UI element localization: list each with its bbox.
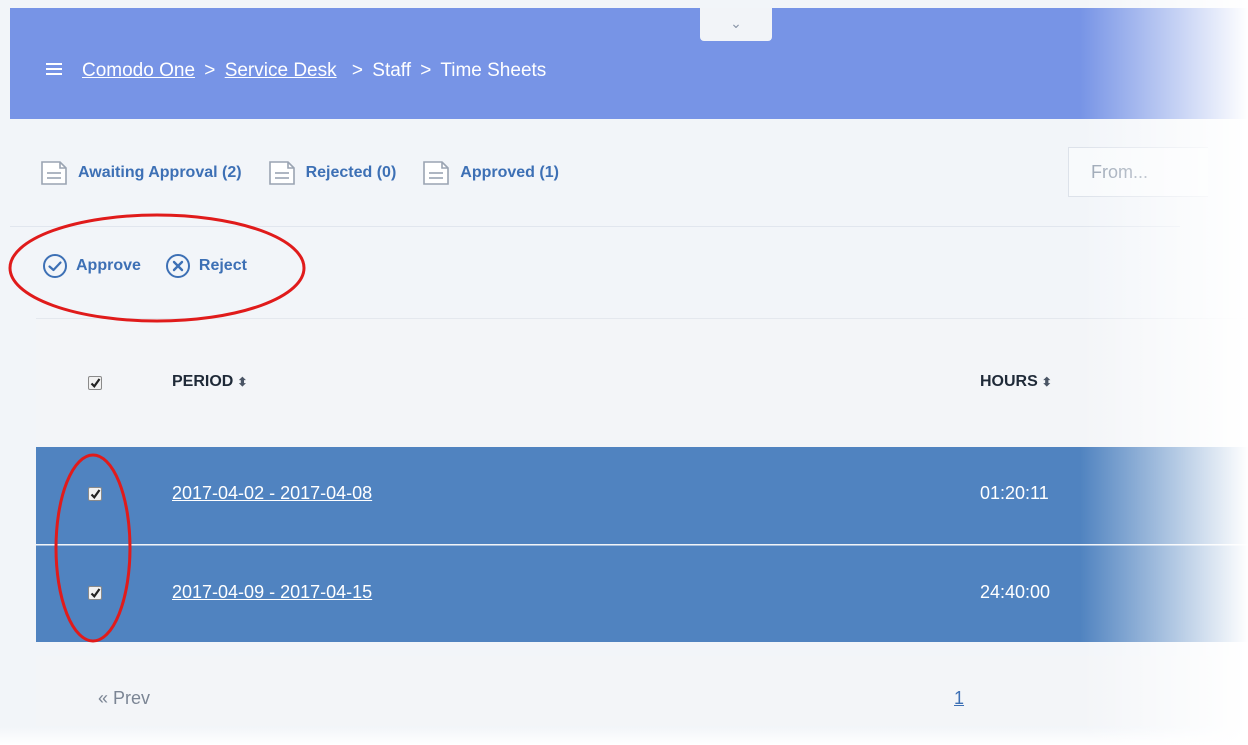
- period-link[interactable]: 2017-04-09 - 2017-04-15: [172, 582, 372, 603]
- period-link[interactable]: 2017-04-02 - 2017-04-08: [172, 483, 372, 504]
- reject-label: Reject: [198, 257, 247, 274]
- header-bar: Comodo One > Service Desk > Staff > Time…: [10, 8, 1248, 119]
- checkmark-icon: [90, 489, 101, 499]
- checkmark-icon: [90, 588, 101, 598]
- x-circle-icon: [165, 254, 190, 278]
- tab-rejected[interactable]: Rejected (0): [268, 160, 397, 186]
- breadcrumb-separator: >: [351, 60, 363, 81]
- from-date-placeholder: From...: [1091, 162, 1148, 182]
- reject-button[interactable]: Reject: [165, 253, 247, 279]
- breadcrumb-item-staff: Staff: [372, 60, 412, 81]
- collapse-header-button[interactable]: ⌄: [700, 8, 772, 41]
- breadcrumb-link-comodo-one[interactable]: Comodo One: [82, 60, 195, 81]
- time-sheets-screen: Comodo One > Service Desk > Staff > Time…: [0, 0, 1248, 745]
- breadcrumb-item-time-sheets: Time Sheets: [440, 60, 547, 81]
- column-header-hours[interactable]: HOURS ⬍: [980, 373, 1052, 391]
- torn-edge-decoration: [0, 727, 1248, 745]
- approve-label: Approve: [76, 257, 141, 274]
- section-divider: [10, 226, 1180, 227]
- prev-page-button[interactable]: « Prev: [98, 688, 150, 709]
- approve-button[interactable]: Approve: [42, 253, 141, 279]
- breadcrumb-separator: >: [420, 60, 432, 81]
- tab-awaiting-approval[interactable]: Awaiting Approval (2): [40, 160, 242, 186]
- status-tabs: Awaiting Approval (2) Rejected (0) Appro…: [40, 160, 559, 186]
- sort-icon[interactable]: ⬍: [1042, 375, 1052, 389]
- tab-label: Rejected (0): [305, 164, 397, 181]
- pagination: « Prev 1: [36, 656, 1248, 726]
- table-row[interactable]: 2017-04-09 - 2017-04-15 24:40:00: [36, 545, 1248, 642]
- tab-label: Approved (1): [460, 164, 559, 181]
- row-checkbox[interactable]: [88, 586, 102, 600]
- tab-label: Awaiting Approval (2): [78, 164, 242, 181]
- column-label: HOURS: [980, 373, 1038, 390]
- document-icon: [268, 161, 295, 185]
- sort-icon[interactable]: ⬍: [237, 375, 247, 389]
- tab-approved[interactable]: Approved (1): [422, 160, 559, 186]
- document-icon: [423, 161, 450, 185]
- breadcrumb-separator: >: [204, 60, 216, 81]
- checkmark-icon: [90, 378, 101, 388]
- hours-cell: 24:40:00: [980, 582, 1051, 602]
- table-header: PERIOD ⬍ HOURS ⬍: [36, 318, 1248, 447]
- check-circle-icon: [43, 254, 67, 278]
- breadcrumb: Comodo One > Service Desk > Staff > Time…: [82, 60, 546, 82]
- time-sheets-table: PERIOD ⬍ HOURS ⬍ 2017-04-02 - 2017-04-08 0…: [36, 318, 1248, 642]
- hamburger-menu-icon[interactable]: [46, 63, 62, 76]
- page-link[interactable]: 1: [954, 688, 964, 709]
- table-row[interactable]: 2017-04-02 - 2017-04-08 01:20:11: [36, 447, 1248, 544]
- breadcrumb-link-service-desk[interactable]: Service Desk: [225, 60, 337, 81]
- action-bar: Approve Reject: [42, 253, 247, 279]
- select-all-checkbox[interactable]: [88, 376, 102, 390]
- column-label: PERIOD: [172, 373, 234, 390]
- document-icon: [41, 161, 67, 185]
- hours-cell: 01:20:11: [980, 483, 1049, 503]
- row-checkbox[interactable]: [88, 487, 102, 501]
- column-header-period[interactable]: PERIOD ⬍: [172, 373, 247, 391]
- chevron-down-icon: ⌄: [730, 15, 742, 31]
- from-date-input[interactable]: From...: [1068, 147, 1208, 197]
